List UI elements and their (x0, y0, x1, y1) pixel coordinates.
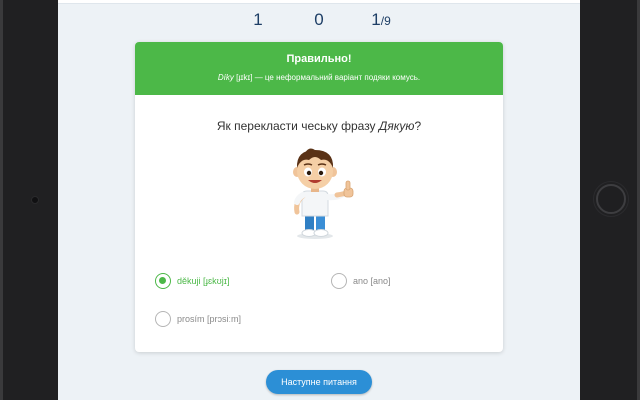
answer-option-3[interactable]: prosím [prɔsiːm] (155, 311, 241, 327)
question-text: Як перекласти чеську фразу Дякую? (135, 119, 503, 133)
question-phrase: Дякую (378, 119, 415, 133)
feedback-pronunciation: [ɟɪkɪ] (236, 73, 253, 82)
wrong-count: 0 (314, 10, 324, 29)
correct-count: 1 (253, 10, 263, 29)
next-question-button[interactable]: Наступне питання (266, 370, 372, 394)
question-prefix: Як перекласти чеську фразу (216, 119, 379, 133)
radio-unchecked-icon[interactable] (155, 311, 171, 327)
total-questions: 9 (384, 14, 391, 28)
feedback-explanation: Díky [ɟɪkɪ] — це неформальний варіант по… (135, 73, 503, 82)
feedback-word: Díky (217, 73, 234, 82)
feedback-explanation-text: — це неформальний варіант подяки комусь. (254, 73, 421, 82)
answer-option-label: děkuji [ɟɛkʊjɪ] (177, 276, 230, 286)
scoreboard: 1 0 1/9 (58, 10, 580, 30)
answer-option-label: ano [ano] (353, 276, 391, 286)
top-strip (58, 0, 580, 4)
answer-option-label: prosím [prɔsiːm] (177, 314, 242, 324)
bezel-edge (0, 0, 3, 400)
feedback-title: Правильно! (286, 53, 352, 65)
camera-icon (31, 196, 39, 204)
current-question: 1 (371, 10, 381, 29)
feedback-banner: Правильно! Díky [ɟɪkɪ] — це неформальний… (135, 42, 503, 95)
question-progress: 1/9 (361, 10, 401, 30)
quiz-card: Правильно! Díky [ɟɪkɪ] — це неформальний… (135, 42, 503, 352)
radio-unchecked-icon[interactable] (331, 273, 347, 289)
thumbs-up-mascot-icon (293, 148, 354, 239)
home-button[interactable] (593, 181, 629, 217)
question-suffix: ? (414, 119, 422, 133)
answer-option-2[interactable]: ano [ano] (331, 273, 391, 289)
tablet-bezel-left (0, 0, 58, 400)
answer-option-1[interactable]: děkuji [ɟɛkʊjɪ] (155, 273, 229, 289)
app-screen: 1 0 1/9 Правильно! Díky [ɟɪkɪ] — це нефо… (58, 0, 580, 400)
radio-checked-icon[interactable] (155, 273, 171, 289)
